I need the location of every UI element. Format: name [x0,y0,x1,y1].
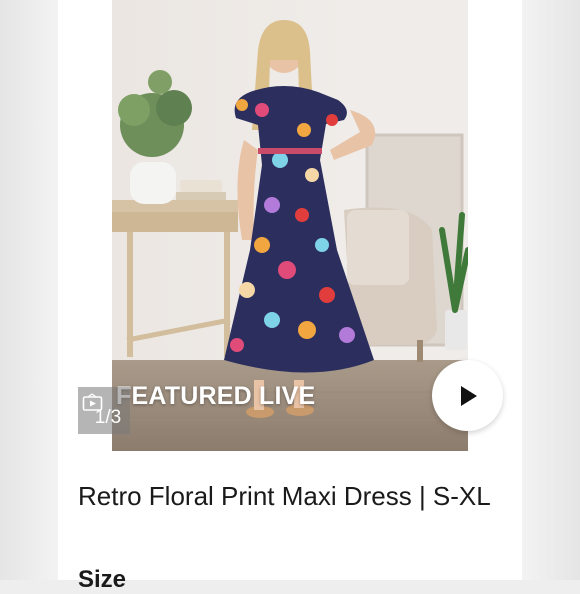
video-icon [82,393,103,411]
play-icon [460,385,477,406]
play-button[interactable] [432,360,503,431]
listing-title: Retro Floral Print Maxi Dress | S-XL [78,481,491,511]
featured-live-badge: FEATURED LIVE [116,382,316,410]
left-blurred-background [0,0,58,580]
photo-counter: 1/3 [78,387,130,434]
size-label: Size [78,566,127,593]
right-blurred-background [522,0,580,580]
listing-card: FEATURED LIVE 1/3 Retro Floral Print Max… [58,0,522,593]
